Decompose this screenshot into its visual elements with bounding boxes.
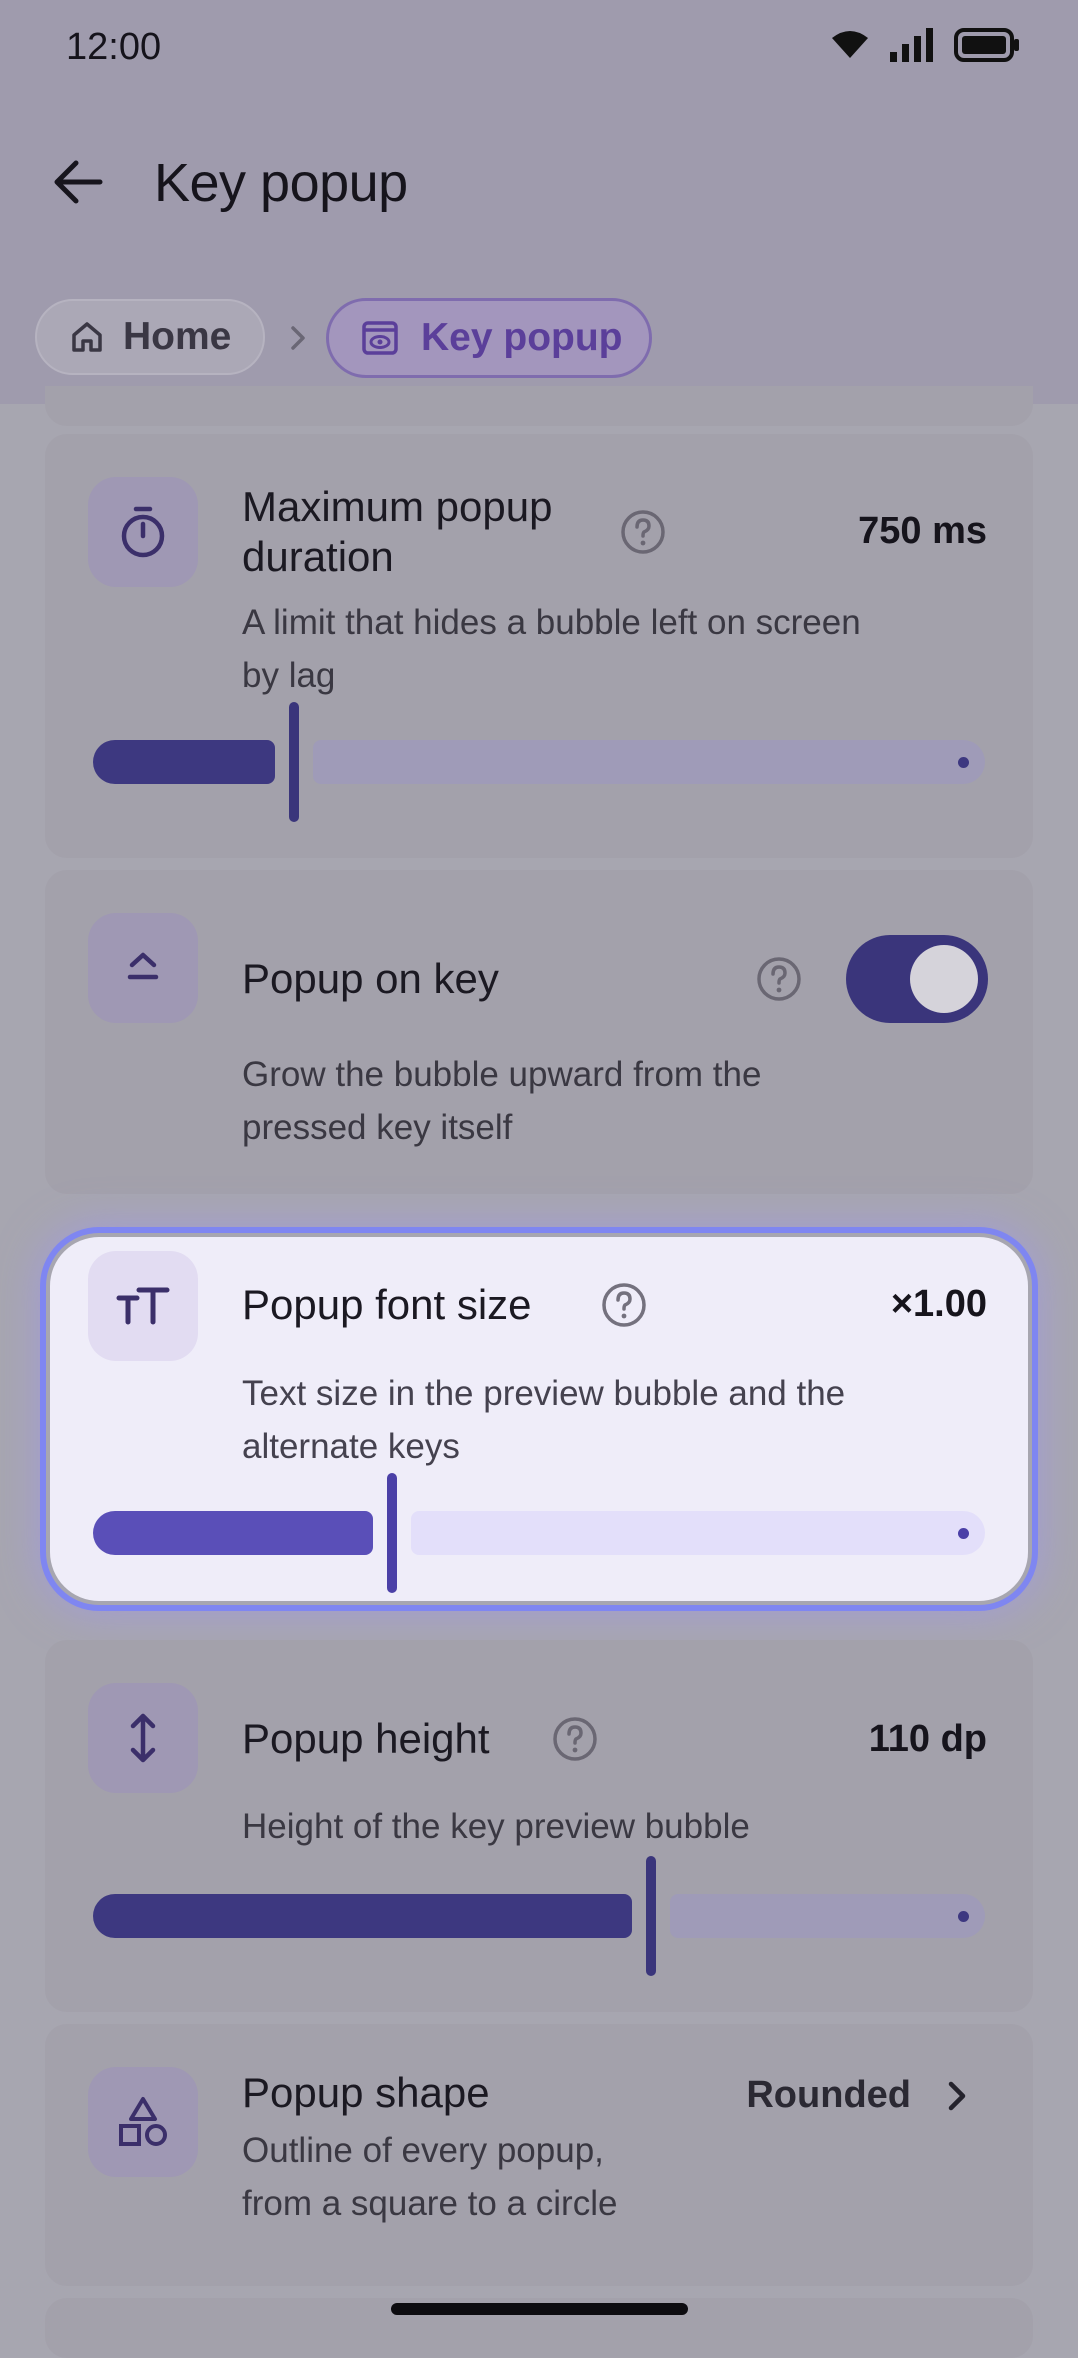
- slider-stop-dot: [958, 1911, 969, 1922]
- stopwatch-icon: [121, 506, 165, 558]
- icon-tile: [88, 477, 198, 587]
- desc-line-2: pressed key itself: [242, 1108, 513, 1147]
- icon-tile: [88, 1683, 198, 1793]
- popup-on-key-toggle[interactable]: [846, 935, 988, 1023]
- shapes-icon: [119, 2097, 167, 2146]
- slider-active-track: [93, 1894, 632, 1938]
- breadcrumb-current-label: Key popup: [421, 316, 623, 359]
- popup-height-slider[interactable]: [93, 1856, 985, 1976]
- desc-line-1: Text size in the preview bubble and the: [242, 1374, 846, 1413]
- setting-title: Popup font size: [242, 1281, 532, 1328]
- setting-value: Rounded: [746, 2074, 911, 2116]
- setting-popup-on-key[interactable]: Popup on key Grow the bubble upward from…: [45, 870, 1033, 1194]
- text-size-icon: [116, 1287, 170, 1325]
- font-size-slider[interactable]: [93, 1473, 985, 1593]
- setting-description: Grow the bubble upward from the pressed …: [242, 1048, 962, 1154]
- setting-popup-font-size[interactable]: Popup font size ×1.00 Text size in the p…: [45, 1232, 1033, 1606]
- setting-popup-shape[interactable]: Popup shape Rounded Outline of every pop…: [45, 2024, 1033, 2286]
- setting-title: Popup shape: [242, 2069, 490, 2116]
- title-line-1: Maximum popup: [242, 483, 553, 530]
- slider-inactive-track: [670, 1894, 985, 1938]
- desc-line-1: A limit that hides a bubble left on scre…: [242, 603, 861, 642]
- breadcrumb-home[interactable]: Home: [35, 299, 265, 375]
- setting-title: Maximum popup duration: [242, 482, 552, 582]
- setting-description: Height of the key preview bubble: [242, 1807, 750, 1846]
- signal-icon: [890, 28, 933, 62]
- battery-icon: [954, 28, 1019, 62]
- status-icons: [830, 28, 1020, 62]
- slider-handle[interactable]: [646, 1856, 656, 1976]
- desc-line-1: Grow the bubble upward from the: [242, 1055, 762, 1094]
- chevron-right-icon: [948, 2081, 966, 2111]
- eye-window-icon: [362, 321, 398, 355]
- setting-title: Popup on key: [242, 955, 499, 1002]
- card-peek-top: [45, 386, 1033, 426]
- setting-title: Popup height: [242, 1715, 490, 1762]
- setting-description: Outline of every popup, from a square to…: [242, 2124, 962, 2230]
- setting-value: 750 ms: [858, 510, 987, 552]
- page-title: Key popup: [154, 153, 408, 213]
- toggle-knob: [910, 945, 978, 1013]
- setting-description: Text size in the preview bubble and the …: [242, 1367, 962, 1473]
- setting-description: A limit that hides a bubble left on scre…: [242, 596, 962, 702]
- top-app-bar: 12:00 Key popup Home Key popup: [0, 0, 1078, 404]
- house-icon: [72, 322, 102, 352]
- back-arrow-icon[interactable]: [50, 154, 106, 210]
- question-circle-icon[interactable]: [619, 508, 667, 556]
- slider-handle[interactable]: [387, 1473, 397, 1593]
- breadcrumb-home-label: Home: [123, 315, 232, 358]
- icon-tile: [88, 2067, 198, 2177]
- desc-line-2: from a square to a circle: [242, 2184, 618, 2223]
- icon-tile: [88, 913, 198, 1023]
- setting-popup-height[interactable]: Popup height 110 dp Height of the key pr…: [45, 1640, 1033, 2012]
- status-time: 12:00: [66, 26, 162, 68]
- vertical-arrows-icon: [130, 1713, 156, 1763]
- desc-line-1: Outline of every popup,: [242, 2131, 604, 2170]
- icon-tile: [88, 1251, 198, 1361]
- desc-line-2: by lag: [242, 656, 336, 695]
- slider-stop-dot: [958, 1528, 969, 1539]
- slider-stop-dot: [958, 757, 969, 768]
- slider-active-track: [93, 740, 275, 784]
- question-circle-icon[interactable]: [755, 955, 803, 1003]
- wifi-icon: [832, 31, 868, 58]
- breadcrumb-current[interactable]: Key popup: [326, 298, 652, 378]
- question-circle-icon[interactable]: [551, 1715, 599, 1763]
- chevron-right-icon: [291, 326, 305, 350]
- slider-handle[interactable]: [289, 702, 299, 822]
- eject-up-icon: [127, 952, 159, 980]
- title-line-2: duration: [242, 533, 394, 580]
- slider-inactive-track: [313, 740, 985, 784]
- duration-slider[interactable]: [93, 702, 985, 822]
- home-indicator[interactable]: [391, 2303, 688, 2315]
- slider-inactive-track: [411, 1511, 985, 1555]
- setting-max-popup-duration[interactable]: Maximum popup duration 750 ms A limit th…: [45, 434, 1033, 858]
- slider-active-track: [93, 1511, 373, 1555]
- question-circle-icon[interactable]: [600, 1281, 648, 1329]
- setting-value: 110 dp: [868, 1718, 987, 1760]
- desc-line-2: alternate keys: [242, 1427, 460, 1466]
- setting-value: ×1.00: [890, 1283, 987, 1325]
